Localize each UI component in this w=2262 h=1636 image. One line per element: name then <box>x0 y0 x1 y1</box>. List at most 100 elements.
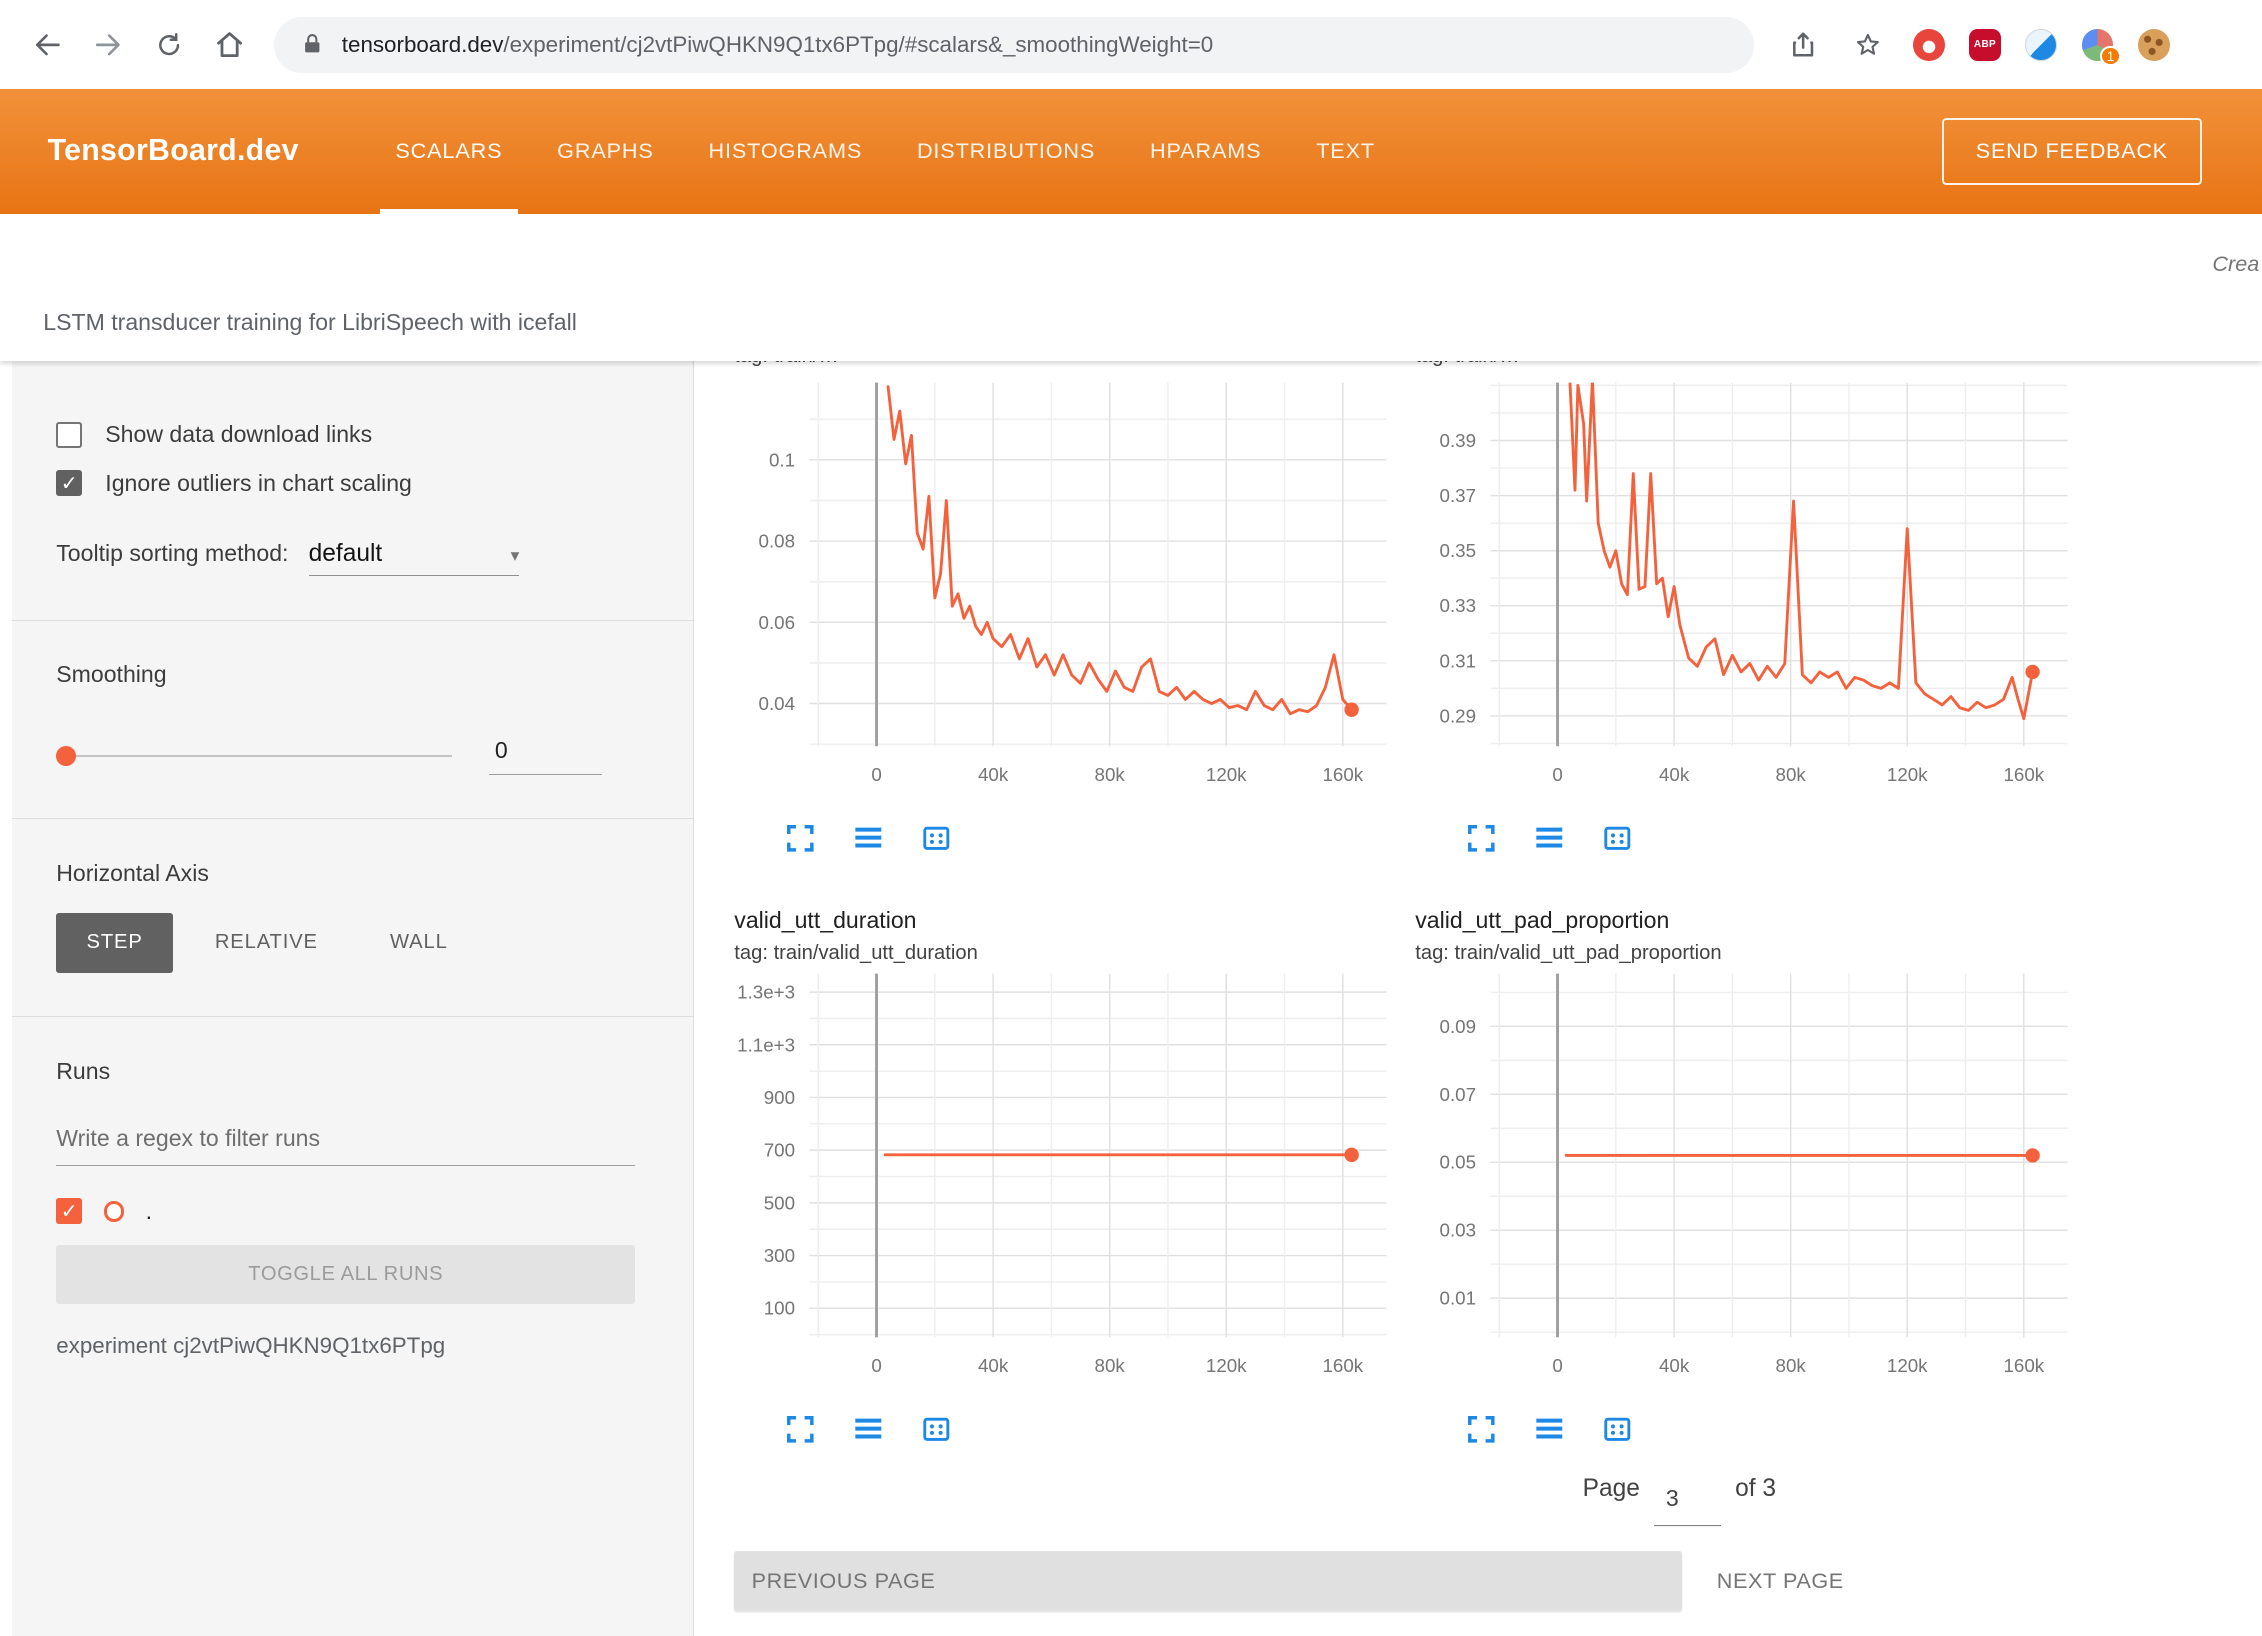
run-checkbox[interactable] <box>56 1198 82 1224</box>
abp-extension-icon[interactable]: ABP <box>1969 29 2001 61</box>
svg-text:120k: 120k <box>1887 1354 1928 1375</box>
run-name: . <box>146 1198 152 1225</box>
chart-card: tag: train/… 0.290.310.330.350.370.39040… <box>1401 361 2079 870</box>
scalar-chart[interactable]: 0.290.310.330.350.370.39040k80k120k160k <box>1401 374 2079 813</box>
chart-title: valid_utt_duration <box>734 907 1398 934</box>
slider-thumb[interactable] <box>56 746 76 766</box>
clipped-chart-header: tag: train/… <box>1415 361 2079 374</box>
smoothing-value-input[interactable] <box>489 737 602 775</box>
adblock-extension-icon[interactable] <box>1913 29 1945 61</box>
home-icon <box>213 28 246 61</box>
svg-text:700: 700 <box>764 1139 795 1160</box>
app-brand: TensorBoard.dev <box>48 134 299 168</box>
fit-domain-button[interactable] <box>1600 821 1635 856</box>
svg-text:300: 300 <box>764 1245 795 1266</box>
chart-tag: tag: train/valid_utt_duration <box>734 942 1398 965</box>
axis-step-button[interactable]: STEP <box>56 913 173 974</box>
runs-filter-input[interactable] <box>56 1125 635 1166</box>
fit-domain-button[interactable] <box>1600 1412 1635 1447</box>
tab-text[interactable]: TEXT <box>1300 89 1390 213</box>
fit-domain-button[interactable] <box>919 1412 954 1447</box>
lines-icon <box>1532 821 1567 856</box>
share-button[interactable] <box>1783 25 1823 65</box>
svg-text:0.33: 0.33 <box>1439 595 1476 616</box>
runs-table-button[interactable] <box>851 821 886 856</box>
page-number-input[interactable] <box>1654 1485 1720 1526</box>
chart-actions <box>783 821 1398 856</box>
runs-table-button[interactable] <box>851 1412 886 1447</box>
scalar-chart[interactable]: 1003005007009001.1e+31.3e+3040k80k120k16… <box>720 965 1398 1404</box>
browser-toolbar: tensorboard.dev/experiment/cj2vtPiwQHKN9… <box>0 0 2262 89</box>
experiment-id-label: experiment cj2vtPiwQHKN9Q1tx6PTpg <box>56 1333 635 1359</box>
scalar-chart[interactable]: 0.040.060.080.1040k80k120k160k <box>720 374 1398 813</box>
reload-button[interactable] <box>141 17 196 72</box>
show-download-links-checkbox[interactable]: Show data download links <box>56 421 635 448</box>
run-row: . <box>56 1198 635 1225</box>
settings-sidebar: Show data download links Ignore outliers… <box>12 361 694 1636</box>
page-total-label: of 3 <box>1735 1475 1776 1503</box>
series-line <box>1569 374 2033 719</box>
svg-text:1.1e+3: 1.1e+3 <box>737 1034 795 1055</box>
tab-histograms[interactable]: HISTOGRAMS <box>693 89 878 213</box>
experiment-description: LSTM transducer training for LibriSpeech… <box>43 309 577 336</box>
fit-data-icon <box>1600 821 1635 856</box>
chart-actions <box>1464 821 2079 856</box>
smoothing-slider[interactable] <box>56 746 451 766</box>
ignore-outliers-checkbox[interactable]: Ignore outliers in chart scaling <box>56 470 635 497</box>
svg-text:160k: 160k <box>1322 763 1363 784</box>
runs-label: Runs <box>56 1058 635 1085</box>
svg-text:0.29: 0.29 <box>1439 705 1476 726</box>
chart-card: valid_utt_duration tag: train/valid_utt_… <box>720 887 1398 1461</box>
expand-chart-button[interactable] <box>1464 1412 1499 1447</box>
svg-text:0.08: 0.08 <box>758 530 795 551</box>
svg-text:0.01: 0.01 <box>1439 1287 1476 1308</box>
svg-text:160k: 160k <box>1322 1354 1363 1375</box>
url-bar[interactable]: tensorboard.dev/experiment/cj2vtPiwQHKN9… <box>274 17 1754 73</box>
clipped-chart-header: tag: train/… <box>734 361 1398 374</box>
next-page-button[interactable]: NEXT PAGE <box>1717 1568 1844 1594</box>
fit-domain-button[interactable] <box>919 821 954 856</box>
previous-page-button[interactable]: PREVIOUS PAGE <box>734 1551 1682 1612</box>
expand-chart-button[interactable] <box>783 1412 818 1447</box>
series-line <box>888 386 1352 713</box>
back-button[interactable] <box>20 17 75 72</box>
svg-text:0: 0 <box>1552 1354 1562 1375</box>
expand-chart-button[interactable] <box>1464 821 1499 856</box>
tab-graphs[interactable]: GRAPHS <box>541 89 669 213</box>
tab-scalars[interactable]: SCALARS <box>380 89 519 213</box>
axis-wall-button[interactable]: WALL <box>360 913 478 974</box>
svg-text:0: 0 <box>1552 763 1562 784</box>
tooltip-sorting-label: Tooltip sorting method: <box>56 540 288 567</box>
forward-button[interactable] <box>81 17 136 72</box>
tab-hparams[interactable]: HPARAMS <box>1134 89 1277 213</box>
tab-distributions[interactable]: DISTRIBUTIONS <box>901 89 1111 213</box>
tooltip-sorting-dropdown[interactable]: default <box>309 540 520 576</box>
toggle-all-runs-button[interactable]: TOGGLE ALL RUNS <box>56 1245 635 1304</box>
svg-text:0.37: 0.37 <box>1439 485 1476 506</box>
runs-table-button[interactable] <box>1532 1412 1567 1447</box>
cookie-extension-icon[interactable] <box>2138 29 2170 61</box>
svg-text:80k: 80k <box>1094 763 1125 784</box>
expand-chart-button[interactable] <box>783 821 818 856</box>
chart-tag: tag: train/… <box>734 361 1398 368</box>
bookmark-button[interactable] <box>1848 25 1888 65</box>
svg-text:0.05: 0.05 <box>1439 1151 1476 1172</box>
page-label: Page <box>1583 1475 1640 1503</box>
fit-data-icon <box>1600 1412 1635 1447</box>
home-button[interactable] <box>202 17 257 72</box>
run-color-swatch[interactable] <box>104 1201 124 1221</box>
svg-text:0.39: 0.39 <box>1439 430 1476 451</box>
url-path: /experiment/cj2vtPiwQHKN9Q1tx6PTpg/#scal… <box>503 32 1213 57</box>
send-feedback-button[interactable]: SEND FEEDBACK <box>1942 118 2202 186</box>
scalar-chart[interactable]: 0.010.030.050.070.09040k80k120k160k <box>1401 965 2079 1404</box>
profile-avatar[interactable]: 1 <box>2082 29 2114 61</box>
clipped-created-text: Crea <box>2212 251 2259 277</box>
chart-card: tag: train/… 0.040.060.080.1040k80k120k1… <box>720 361 1398 870</box>
axis-relative-button[interactable]: RELATIVE <box>185 913 349 974</box>
lines-icon <box>851 1412 886 1447</box>
horizontal-axis-label: Horizontal Axis <box>56 860 635 887</box>
experiment-header: Crea LSTM transducer training for LibriS… <box>0 214 2262 361</box>
runs-table-button[interactable] <box>1532 821 1567 856</box>
checkbox-icon <box>56 470 82 496</box>
screenshot-extension-icon[interactable] <box>2025 29 2057 61</box>
